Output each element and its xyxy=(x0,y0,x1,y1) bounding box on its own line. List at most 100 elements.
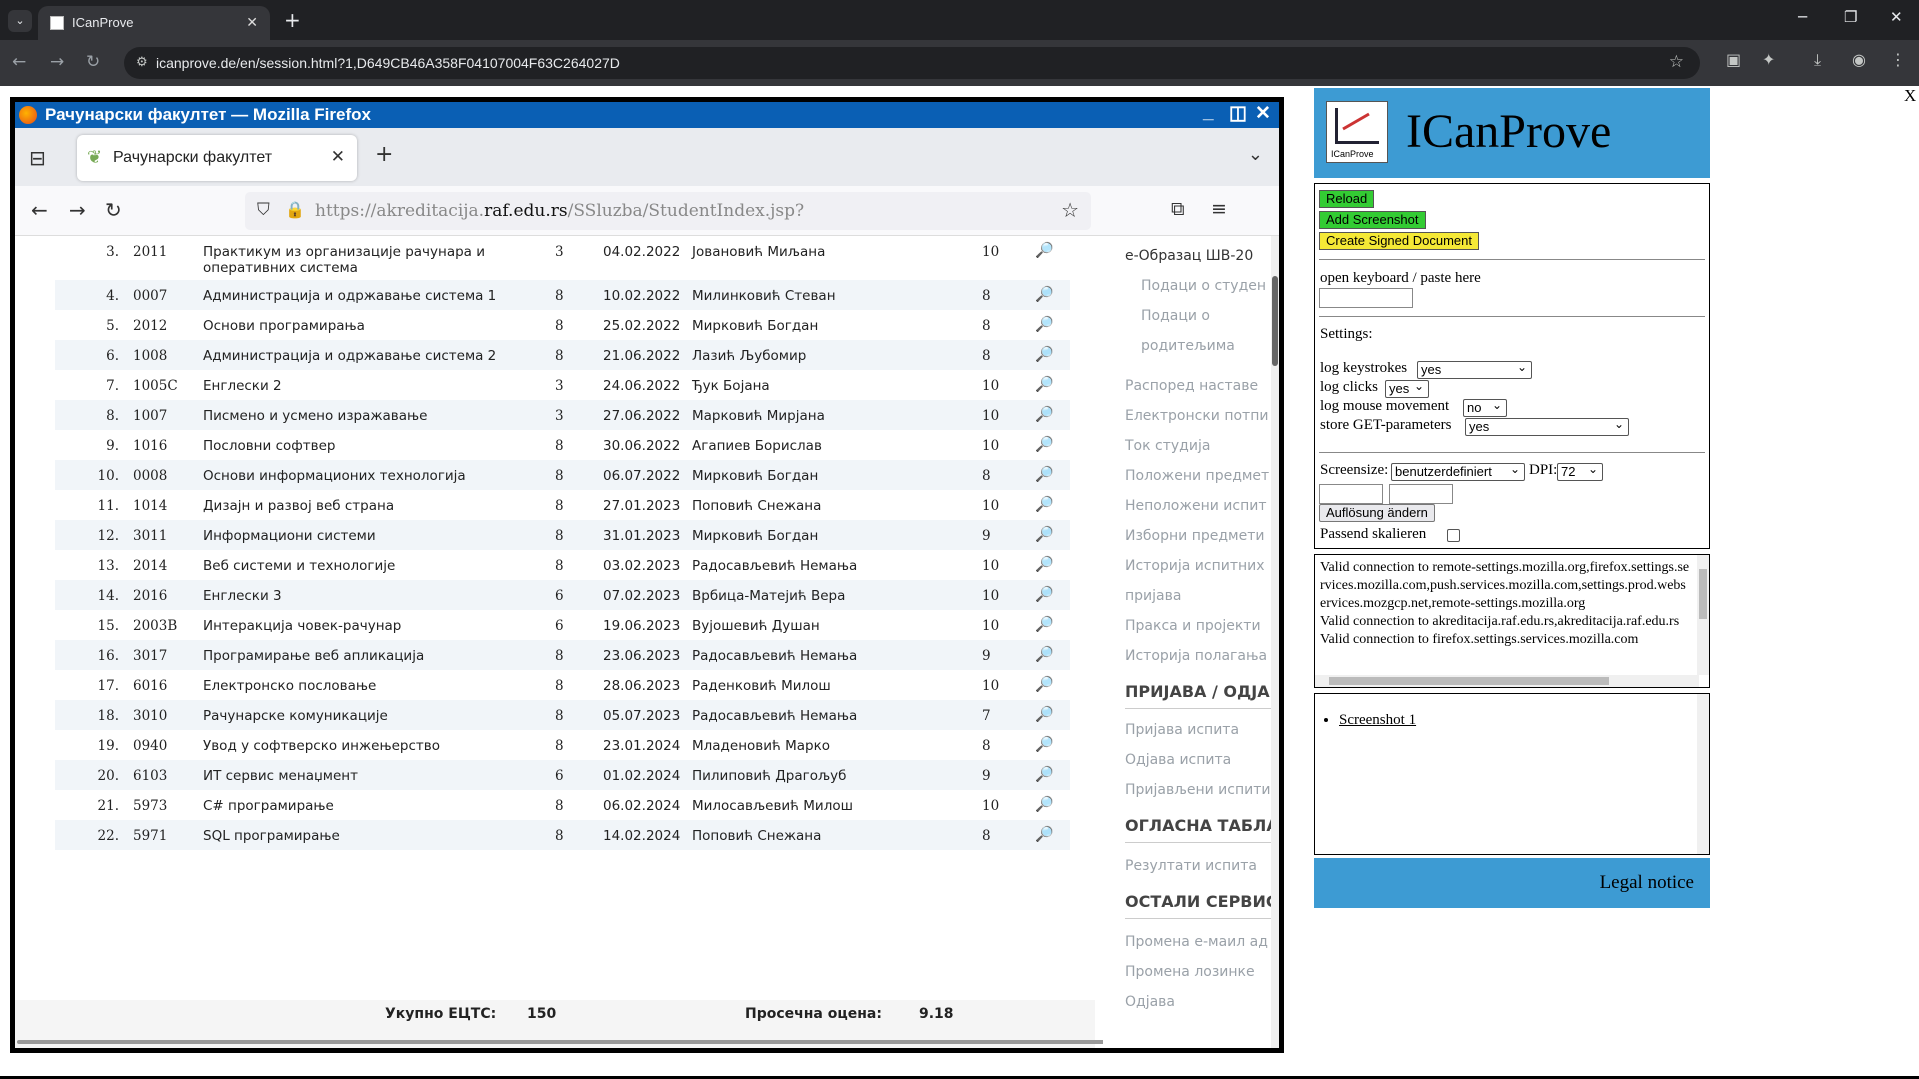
dpi-select[interactable]: 72 xyxy=(1557,461,1603,481)
ff-extensions-icon[interactable]: ⧉ xyxy=(1171,198,1185,220)
details-magnifier-icon[interactable]: 🔎 xyxy=(1035,585,1054,603)
ff-new-tab-icon[interactable]: + xyxy=(375,142,393,167)
sidebar-register[interactable]: Пријава испита xyxy=(1125,722,1239,738)
details-magnifier-icon[interactable]: 🔎 xyxy=(1035,405,1054,423)
details-magnifier-icon[interactable]: 🔎 xyxy=(1035,435,1054,453)
extensions-icon[interactable]: ✦ xyxy=(1762,50,1775,69)
ff-menu-icon[interactable]: ≡ xyxy=(1211,198,1227,220)
ff-tab[interactable]: ❦ Рачунарски факултет ✕ xyxy=(77,135,357,181)
remote-session-frame[interactable]: Рачунарски факултет — Mozilla Firefox _ … xyxy=(10,97,1284,1053)
keyboard-input[interactable] xyxy=(1319,288,1413,308)
details-magnifier-icon[interactable]: 🔎 xyxy=(1035,345,1054,363)
ff-url-bar[interactable]: ⛉ 🔒 https://akreditacija.raf.edu.rs/SSlu… xyxy=(245,192,1091,230)
tab-search-button[interactable]: ⌄ xyxy=(8,10,32,32)
sidebar-study-flow[interactable]: Ток студија xyxy=(1125,438,1210,454)
sidebar-form[interactable]: е-Образац ШВ-20 xyxy=(1125,248,1253,264)
details-magnifier-icon[interactable]: 🔎 xyxy=(1035,795,1054,813)
details-magnifier-icon[interactable]: 🔎 xyxy=(1035,241,1054,259)
log-mouse-select[interactable]: no xyxy=(1463,397,1507,417)
sidebar-student-data[interactable]: Подаци о студен xyxy=(1141,278,1266,294)
chrome-tab[interactable]: ICanProve ✕ xyxy=(38,6,270,40)
details-magnifier-icon[interactable]: 🔎 xyxy=(1035,315,1054,333)
sidebar-parent-data[interactable]: Подаци о xyxy=(1141,308,1210,324)
log-scroll-thumb[interactable] xyxy=(1699,569,1707,619)
profile-icon[interactable]: ◉ xyxy=(1852,50,1866,69)
ff-back-icon[interactable]: ← xyxy=(31,198,48,222)
download-icon[interactable]: ⤓ xyxy=(1814,50,1821,70)
sidebar-change-password[interactable]: Промена лозинке xyxy=(1125,964,1255,980)
translate-icon[interactable]: ▣ xyxy=(1726,50,1741,69)
sidebar-logout[interactable]: Одјава xyxy=(1125,994,1175,1010)
sidebar-exam-history-2[interactable]: пријава xyxy=(1125,588,1181,604)
sidebar-failed[interactable]: Неположени испит xyxy=(1125,498,1267,514)
tab-close-icon[interactable]: ✕ xyxy=(246,14,258,31)
details-magnifier-icon[interactable]: 🔎 xyxy=(1035,555,1054,573)
sidebar-practice[interactable]: Пракса и пројекти xyxy=(1125,618,1261,634)
sidebar-change-email[interactable]: Промена е-маил ад xyxy=(1125,934,1268,950)
firefox-view-icon[interactable]: ⊟ xyxy=(29,146,46,170)
horizontal-scrollbar[interactable] xyxy=(17,1040,1187,1044)
sidebar-unregister[interactable]: Одјава испита xyxy=(1125,752,1231,768)
ff-reload-icon[interactable]: ↻ xyxy=(105,198,122,222)
ff-close-icon[interactable]: ✕ xyxy=(1255,102,1271,125)
lock-icon[interactable]: 🔒 xyxy=(285,200,305,219)
legal-notice-link[interactable]: Legal notice xyxy=(1600,872,1694,894)
details-magnifier-icon[interactable]: 🔎 xyxy=(1035,615,1054,633)
sidebar-e-docs[interactable]: Електронски потпи xyxy=(1125,408,1268,424)
menu-icon[interactable]: ⋮ xyxy=(1890,50,1906,69)
minimize-icon[interactable]: ─ xyxy=(1798,8,1807,26)
create-signed-document-button[interactable]: Create Signed Document xyxy=(1319,232,1479,250)
restore-icon[interactable]: ❐ xyxy=(1844,8,1857,26)
height-input[interactable] xyxy=(1389,484,1453,504)
site-info-icon[interactable]: ⚙ xyxy=(136,54,148,70)
sidebar-results[interactable]: Резултати испита xyxy=(1125,858,1257,874)
details-magnifier-icon[interactable]: 🔎 xyxy=(1035,825,1054,843)
fit-scaled-checkbox[interactable] xyxy=(1447,529,1460,542)
bookmark-star-icon[interactable]: ☆ xyxy=(1669,52,1684,72)
change-resolution-button[interactable]: Auflösung ändern xyxy=(1319,504,1435,522)
sidebar-passed[interactable]: Положени предмет xyxy=(1125,468,1269,484)
details-magnifier-icon[interactable]: 🔎 xyxy=(1035,735,1054,753)
details-magnifier-icon[interactable]: 🔎 xyxy=(1035,765,1054,783)
sidebar-parent-data-2[interactable]: родитељима xyxy=(1141,338,1235,354)
log-hscroll-thumb[interactable] xyxy=(1329,677,1609,685)
forward-icon[interactable]: → xyxy=(50,52,64,72)
connection-log[interactable]: Valid connection to remote-settings.mozi… xyxy=(1314,554,1710,688)
details-magnifier-icon[interactable]: 🔎 xyxy=(1035,525,1054,543)
ff-bookmark-icon[interactable]: ☆ xyxy=(1061,198,1079,222)
sidebar-pass-history[interactable]: Историја полагања xyxy=(1125,648,1267,664)
reload-button[interactable]: Reload xyxy=(1319,190,1375,208)
sidebar-registered[interactable]: Пријављени испити xyxy=(1125,782,1270,798)
log-clicks-select[interactable]: yes xyxy=(1385,378,1429,398)
ff-maximize-icon[interactable]: ◫ xyxy=(1229,102,1247,125)
screenshot-list-scrollbar[interactable] xyxy=(1697,694,1709,854)
ff-minimize-icon[interactable]: _ xyxy=(1203,102,1214,124)
address-bar[interactable]: ⚙ icanprove.de/en/session.html?1,D649CB4… xyxy=(124,47,1700,79)
details-magnifier-icon[interactable]: 🔎 xyxy=(1035,675,1054,693)
close-panel-button[interactable]: X xyxy=(1904,86,1916,106)
tracking-shield-icon[interactable]: ⛉ xyxy=(257,200,270,220)
ff-forward-icon[interactable]: → xyxy=(69,198,86,222)
ff-tab-close-icon[interactable]: ✕ xyxy=(331,147,345,167)
vertical-scrollbar-thumb[interactable] xyxy=(1272,276,1278,366)
sidebar-schedule[interactable]: Распоред наставе xyxy=(1125,378,1258,394)
ff-list-tabs-icon[interactable]: ⌄ xyxy=(1248,144,1263,165)
details-magnifier-icon[interactable]: 🔎 xyxy=(1035,375,1054,393)
details-magnifier-icon[interactable]: 🔎 xyxy=(1035,465,1054,483)
reload-icon[interactable]: ↻ xyxy=(86,52,100,72)
store-get-select[interactable]: yes xyxy=(1465,416,1629,436)
back-icon[interactable]: ← xyxy=(12,52,26,72)
width-input[interactable] xyxy=(1319,484,1383,504)
details-magnifier-icon[interactable]: 🔎 xyxy=(1035,645,1054,663)
screenshot-link[interactable]: Screenshot 1 xyxy=(1339,712,1416,728)
screensize-select[interactable]: benutzerdefiniert xyxy=(1391,461,1525,481)
details-magnifier-icon[interactable]: 🔎 xyxy=(1035,705,1054,723)
log-keystrokes-select[interactable]: yes xyxy=(1417,359,1532,379)
new-tab-button[interactable]: + xyxy=(284,8,301,32)
details-magnifier-icon[interactable]: 🔎 xyxy=(1035,285,1054,303)
sidebar-exam-history[interactable]: Историја испитних xyxy=(1125,558,1265,574)
details-magnifier-icon[interactable]: 🔎 xyxy=(1035,495,1054,513)
close-window-icon[interactable]: ✕ xyxy=(1890,8,1903,26)
sidebar-electives[interactable]: Изборни предмети xyxy=(1125,528,1264,544)
add-screenshot-button[interactable]: Add Screenshot xyxy=(1319,211,1426,229)
